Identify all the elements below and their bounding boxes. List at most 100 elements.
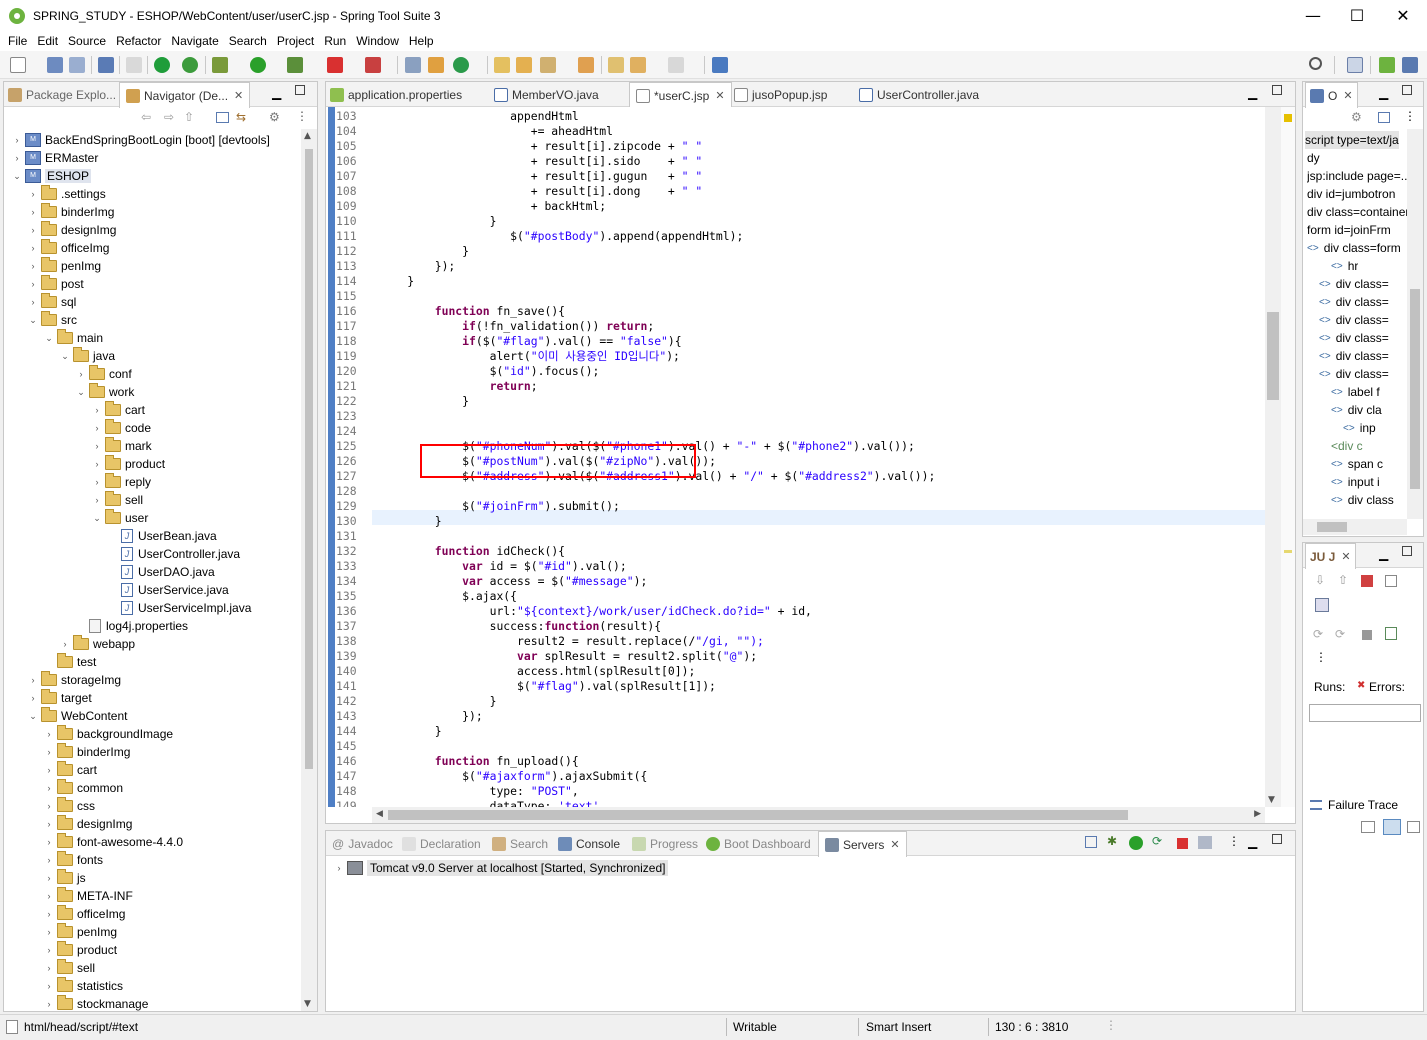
- editor-hscroll[interactable]: ◀ ▶: [372, 807, 1265, 823]
- tree-item[interactable]: ⌄ M ESHOP: [12, 167, 92, 185]
- relaunch-icon[interactable]: [182, 57, 198, 73]
- compare-result-icon[interactable]: [1383, 819, 1401, 835]
- rerun-icon[interactable]: ⟳: [1313, 627, 1323, 641]
- minimize-view-icon[interactable]: ▁: [272, 86, 281, 100]
- debug-server-icon[interactable]: ✱: [1107, 834, 1117, 848]
- new-class-icon[interactable]: [453, 57, 469, 73]
- previous-failure-icon[interactable]: ⇧: [1338, 573, 1348, 587]
- chevron-right-icon[interactable]: ›: [28, 261, 38, 271]
- close-button[interactable]: ✕: [1380, 0, 1426, 31]
- chevron-right-icon[interactable]: ›: [44, 981, 54, 991]
- new-server-icon[interactable]: [405, 57, 421, 73]
- maximize-outline-icon[interactable]: [1402, 85, 1412, 95]
- next-failure-icon[interactable]: ⇩: [1315, 573, 1325, 587]
- chevron-down-icon[interactable]: ⌄: [92, 513, 102, 524]
- tree-item[interactable]: › sql: [28, 293, 76, 311]
- tab-application-properties[interactable]: application.properties: [330, 82, 462, 107]
- tree-item[interactable]: › penImg: [44, 923, 117, 941]
- tree-item[interactable]: › storageImg: [28, 671, 121, 689]
- editor-hscroll-thumb[interactable]: [388, 810, 1128, 820]
- tree-item[interactable]: › stockmanage: [44, 995, 148, 1011]
- back-icon[interactable]: [630, 57, 646, 73]
- tree-item[interactable]: › post: [28, 275, 84, 293]
- chevron-right-icon[interactable]: ›: [44, 765, 54, 775]
- outline-hscroll[interactable]: [1303, 519, 1407, 535]
- boot-start-icon[interactable]: [154, 57, 170, 73]
- tree-item[interactable]: › sell: [92, 491, 143, 509]
- tab-console[interactable]: Console: [558, 831, 620, 856]
- tree-item[interactable]: › cart: [44, 761, 97, 779]
- stop-test-icon[interactable]: [1362, 630, 1372, 640]
- show-failures-icon[interactable]: [1361, 575, 1373, 587]
- close-tab-icon[interactable]: ✕: [234, 89, 243, 102]
- tree-item[interactable]: › designImg: [44, 815, 132, 833]
- outline-scrollbar[interactable]: [1407, 129, 1423, 519]
- tree-item[interactable]: › sell: [44, 959, 95, 977]
- chevron-right-icon[interactable]: ›: [28, 207, 38, 217]
- tree-item[interactable]: ⌄ main: [44, 329, 103, 347]
- chevron-right-icon[interactable]: ›: [44, 891, 54, 901]
- chevron-right-icon[interactable]: ›: [28, 243, 38, 253]
- chevron-right-icon[interactable]: ›: [28, 675, 38, 685]
- chevron-right-icon[interactable]: ›: [44, 747, 54, 757]
- chevron-right-icon[interactable]: ›: [12, 153, 22, 163]
- tree-item[interactable]: › css: [44, 797, 95, 815]
- chevron-right-icon[interactable]: ›: [28, 225, 38, 235]
- outline-item[interactable]: <> div class=: [1319, 311, 1389, 329]
- junit-menu-icon[interactable]: ⋮: [1315, 650, 1327, 664]
- pin-editor-icon[interactable]: [712, 57, 728, 73]
- view-menu-icon[interactable]: ⋮: [296, 109, 308, 123]
- new-icon[interactable]: [10, 57, 26, 73]
- tab-usercontroller[interactable]: UserController.java: [859, 82, 979, 107]
- history-icon[interactable]: [1315, 598, 1329, 612]
- tree-item[interactable]: ⌄ user: [92, 509, 148, 527]
- chevron-right-icon[interactable]: ›: [28, 297, 38, 307]
- open-console-icon[interactable]: [98, 57, 114, 73]
- outline-menu-icon[interactable]: ⋮: [1404, 109, 1416, 123]
- menu-project[interactable]: Project: [272, 34, 319, 48]
- profile-server-icon[interactable]: ⟳: [1152, 834, 1162, 848]
- tab-package-explorer[interactable]: Package Explo...: [8, 82, 116, 107]
- outline-item[interactable]: <> div class=: [1319, 275, 1389, 293]
- chevron-right-icon[interactable]: ›: [92, 495, 102, 505]
- skip-breakpoints-icon[interactable]: [126, 57, 142, 73]
- outline-scroll-thumb[interactable]: [1410, 289, 1420, 489]
- outline-item[interactable]: div class=container: [1307, 203, 1407, 221]
- filter-stack-icon[interactable]: [1361, 821, 1375, 833]
- minimize-junit-icon[interactable]: ▁: [1379, 547, 1388, 561]
- tree-item[interactable]: › statistics: [44, 977, 123, 995]
- server-row[interactable]: › Tomcat v9.0 Server at localhost [Start…: [334, 859, 669, 877]
- tree-item[interactable]: › M ERMaster: [12, 149, 98, 167]
- new-package-icon[interactable]: [428, 57, 444, 73]
- tree-item[interactable]: J UserServiceImpl.java: [108, 599, 251, 617]
- outline-item[interactable]: <> div class=: [1319, 329, 1389, 347]
- search-tool-icon[interactable]: [540, 57, 556, 73]
- tree-item[interactable]: › product: [92, 455, 165, 473]
- chevron-right-icon[interactable]: ›: [92, 477, 102, 487]
- menu-refactor[interactable]: Refactor: [111, 34, 166, 48]
- copy-trace-icon[interactable]: [1407, 821, 1420, 833]
- filter-icon[interactable]: ⚙: [269, 110, 280, 124]
- tree-item[interactable]: › common: [44, 779, 123, 797]
- tab-search[interactable]: Search: [492, 831, 548, 856]
- spring-perspective-icon[interactable]: [1379, 57, 1395, 73]
- forward-icon[interactable]: [668, 57, 684, 73]
- close-tab-icon[interactable]: ✕: [890, 838, 899, 851]
- tree-item[interactable]: log4j.properties: [76, 617, 188, 635]
- outline-item[interactable]: <> div class=: [1319, 293, 1389, 311]
- run-icon[interactable]: [250, 57, 266, 73]
- tree-item[interactable]: › cart: [92, 401, 145, 419]
- outline-item[interactable]: form id=joinFrm: [1307, 221, 1391, 239]
- debug-icon[interactable]: [212, 57, 228, 73]
- external-tools-icon[interactable]: [287, 57, 303, 73]
- open-resource-icon[interactable]: [516, 57, 532, 73]
- outline-hscroll-thumb[interactable]: [1317, 522, 1347, 532]
- chevron-right-icon[interactable]: ›: [92, 405, 102, 415]
- tab-declaration[interactable]: Declaration: [402, 831, 481, 856]
- minimize-outline-icon[interactable]: ▁: [1379, 86, 1388, 100]
- chevron-right-icon[interactable]: ›: [12, 135, 22, 145]
- menu-run[interactable]: Run: [319, 34, 351, 48]
- tab-progress[interactable]: Progress: [632, 831, 698, 856]
- tab-junit[interactable]: JU J ✕: [1305, 543, 1356, 569]
- forward-nav-icon[interactable]: ⇨: [164, 110, 174, 124]
